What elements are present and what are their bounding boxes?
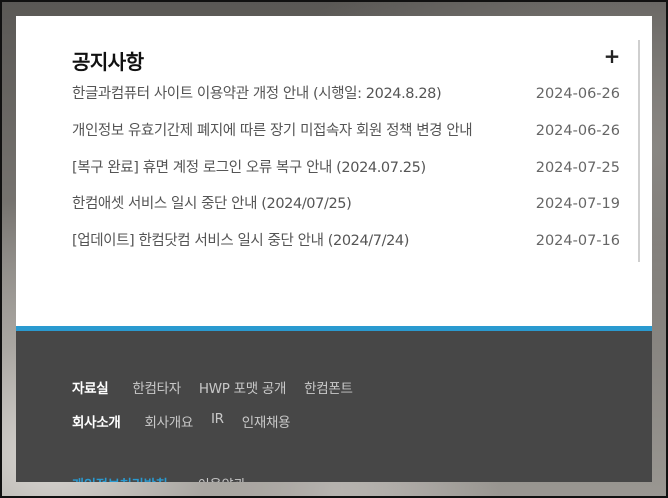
footer-link-hwp-format[interactable]: HWP 포맷 공개 <box>199 377 287 397</box>
footer-link-terms[interactable]: 이용약관 <box>198 474 246 482</box>
footer-link-hancom-font[interactable]: 한컴폰트 <box>304 377 353 397</box>
notice-title: 공지사항 <box>72 50 144 74</box>
notice-panel: 공지사항 + 한글과컴퓨터 사이트 이용약관 개정 안내 (시행일: 2024.… <box>16 16 652 326</box>
footer-link-overview[interactable]: 회사개요 <box>144 411 193 431</box>
footer-link-hancom-taja[interactable]: 한컴타자 <box>132 377 181 397</box>
notice-more-button[interactable]: + <box>601 45 623 67</box>
footer-link-careers[interactable]: 인재채용 <box>242 411 291 431</box>
notice-item-date: 2024-06-26 <box>535 86 620 102</box>
site-footer: 자료실 한컴타자 HWP 포맷 공개 한컴폰트 회사소개 회사개요 IR 인재채… <box>16 326 652 482</box>
notice-item-date: 2024-07-25 <box>535 159 620 176</box>
notice-item[interactable]: 한글과컴퓨터 사이트 이용약관 개정 안내 (시행일: 2024.8.28) 2… <box>72 82 620 119</box>
footer-bottom-links: 개인정보처리방침 이용약관 <box>72 474 246 482</box>
notice-scrollbar[interactable] <box>638 40 640 262</box>
notice-item[interactable]: [업데이트] 한컴닷컴 서비스 일시 중단 안내 (2024/7/24) 202… <box>72 229 620 266</box>
notice-item[interactable]: 개인정보 유효기간제 폐지에 따른 장기 미접속자 회원 정책 변경 안내 20… <box>72 119 620 156</box>
notice-item-date: 2024-07-19 <box>535 196 620 213</box>
footer-row-company: 회사소개 회사개요 IR 인재채용 <box>72 411 291 431</box>
notice-item-title[interactable]: [복구 완료] 휴면 계정 로그인 오류 복구 안내 (2024.07.25) <box>72 156 426 180</box>
notice-item-date: 2024-07-16 <box>535 233 620 250</box>
notice-item-title[interactable]: 한컴애셋 서비스 일시 중단 안내 (2024/07/25) <box>72 192 351 216</box>
footer-row-resources: 자료실 한컴타자 HWP 포맷 공개 한컴폰트 <box>72 377 353 397</box>
footer-link-ir[interactable]: IR <box>211 411 224 431</box>
notice-item[interactable]: [복구 완료] 휴면 계정 로그인 오류 복구 안내 (2024.07.25) … <box>72 156 620 193</box>
footer-heading-company[interactable]: 회사소개 <box>72 411 121 431</box>
notice-item-date: 2024-06-26 <box>535 122 620 139</box>
notice-item-title[interactable]: 개인정보 유효기간제 폐지에 따른 장기 미접속자 회원 정책 변경 안내 <box>72 119 472 143</box>
notice-item[interactable]: 한컴애셋 서비스 일시 중단 안내 (2024/07/25) 2024-07-1… <box>72 192 620 229</box>
notice-list: 한글과컴퓨터 사이트 이용약관 개정 안내 (시행일: 2024.8.28) 2… <box>72 82 620 266</box>
notice-item-title[interactable]: 한글과컴퓨터 사이트 이용약관 개정 안내 (시행일: 2024.8.28) <box>72 82 441 106</box>
footer-heading-resources[interactable]: 자료실 <box>72 377 109 397</box>
notice-item-title[interactable]: [업데이트] 한컴닷컴 서비스 일시 중단 안내 (2024/7/24) <box>72 229 409 253</box>
footer-link-privacy[interactable]: 개인정보처리방침 <box>72 474 168 482</box>
